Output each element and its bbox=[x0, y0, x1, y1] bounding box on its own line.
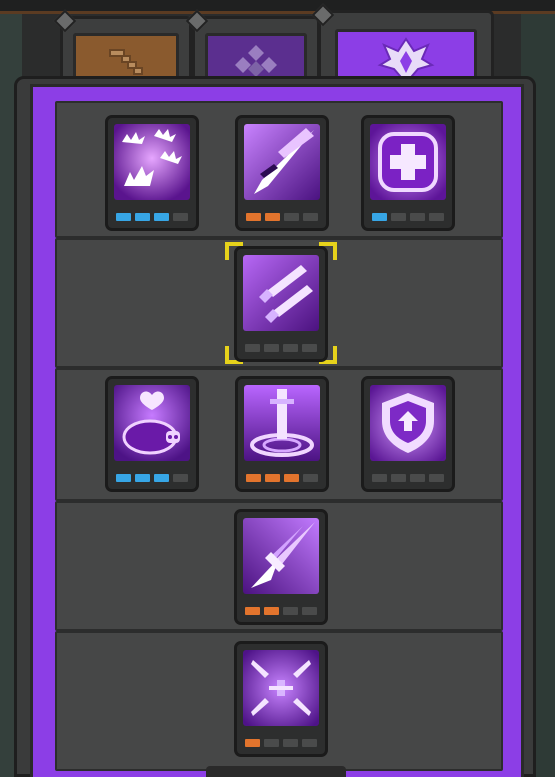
level-pip-filled bbox=[135, 474, 150, 482]
health-cross-icon bbox=[370, 124, 446, 200]
skill-level-pips bbox=[246, 474, 318, 482]
level-pip-filled bbox=[154, 474, 169, 482]
level-pip-filled bbox=[116, 213, 131, 221]
skill-level-pips bbox=[245, 344, 317, 352]
level-pip-empty bbox=[410, 213, 425, 221]
talent-row-5 bbox=[55, 631, 503, 771]
level-pip-empty bbox=[302, 607, 317, 615]
skill-shield-upgrade[interactable] bbox=[361, 376, 455, 492]
level-pip-empty bbox=[303, 213, 318, 221]
talent-panel bbox=[30, 84, 524, 777]
level-pip-filled bbox=[246, 474, 261, 482]
shield-arrow-icon bbox=[370, 385, 446, 461]
skill-piercing-strike[interactable] bbox=[235, 115, 329, 231]
stairs-icon bbox=[109, 49, 143, 75]
level-pip-filled bbox=[116, 474, 131, 482]
level-pip-empty bbox=[245, 344, 260, 352]
twin-swords-icon bbox=[243, 255, 319, 331]
skill-sword-rain[interactable] bbox=[234, 641, 328, 757]
level-pip-empty bbox=[264, 344, 279, 352]
skill-dash-strike[interactable] bbox=[234, 509, 328, 625]
skill-level-pips bbox=[372, 213, 444, 221]
skill-level-pips bbox=[116, 474, 188, 482]
skill-twin-swords[interactable] bbox=[234, 246, 328, 362]
level-pip-empty bbox=[173, 474, 188, 482]
sword-circle-icon bbox=[244, 385, 320, 461]
level-pip-empty bbox=[429, 474, 444, 482]
level-pip-filled bbox=[265, 474, 280, 482]
level-pip-empty bbox=[283, 739, 298, 747]
skill-pet-heal[interactable] bbox=[105, 376, 199, 492]
skill-sword-circle[interactable] bbox=[235, 376, 329, 492]
level-pip-empty bbox=[429, 213, 444, 221]
level-pip-empty bbox=[284, 213, 299, 221]
skill-level-pips bbox=[245, 739, 317, 747]
level-pip-empty bbox=[391, 213, 406, 221]
level-pip-empty bbox=[173, 213, 188, 221]
talent-row-3 bbox=[55, 368, 503, 501]
skill-heal-cross[interactable] bbox=[361, 115, 455, 231]
level-pip-empty bbox=[410, 474, 425, 482]
level-pip-filled bbox=[154, 213, 169, 221]
dash-arrow-icon bbox=[243, 518, 319, 594]
level-pip-empty bbox=[372, 474, 387, 482]
skill-level-pips bbox=[116, 213, 188, 221]
level-pip-filled bbox=[284, 474, 299, 482]
burst-icon bbox=[114, 124, 190, 200]
talent-row-4 bbox=[55, 501, 503, 631]
talent-row-2 bbox=[55, 238, 503, 368]
level-pip-filled bbox=[246, 213, 261, 221]
sword-swarm-icon bbox=[243, 650, 319, 726]
level-pip-filled bbox=[265, 213, 280, 221]
level-pip-empty bbox=[264, 739, 279, 747]
diamond-cluster-icon bbox=[235, 45, 277, 77]
panel-bottom-handle bbox=[206, 766, 346, 777]
level-pip-empty bbox=[391, 474, 406, 482]
level-pip-filled bbox=[245, 607, 260, 615]
skill-level-pips bbox=[245, 607, 317, 615]
level-pip-empty bbox=[302, 739, 317, 747]
level-pip-empty bbox=[283, 344, 298, 352]
skill-level-pips bbox=[246, 213, 318, 221]
level-pip-empty bbox=[283, 607, 298, 615]
skill-level-pips bbox=[372, 474, 444, 482]
level-pip-empty bbox=[303, 474, 318, 482]
pig-heart-icon bbox=[114, 385, 190, 461]
level-pip-filled bbox=[245, 739, 260, 747]
level-pip-filled bbox=[135, 213, 150, 221]
level-pip-filled bbox=[372, 213, 387, 221]
level-pip-filled bbox=[264, 607, 279, 615]
talent-row-1 bbox=[55, 101, 503, 238]
skill-burst-sparks[interactable] bbox=[105, 115, 199, 231]
spear-thrust-icon bbox=[244, 124, 320, 200]
level-pip-empty bbox=[302, 344, 317, 352]
talent-grid bbox=[55, 101, 503, 771]
